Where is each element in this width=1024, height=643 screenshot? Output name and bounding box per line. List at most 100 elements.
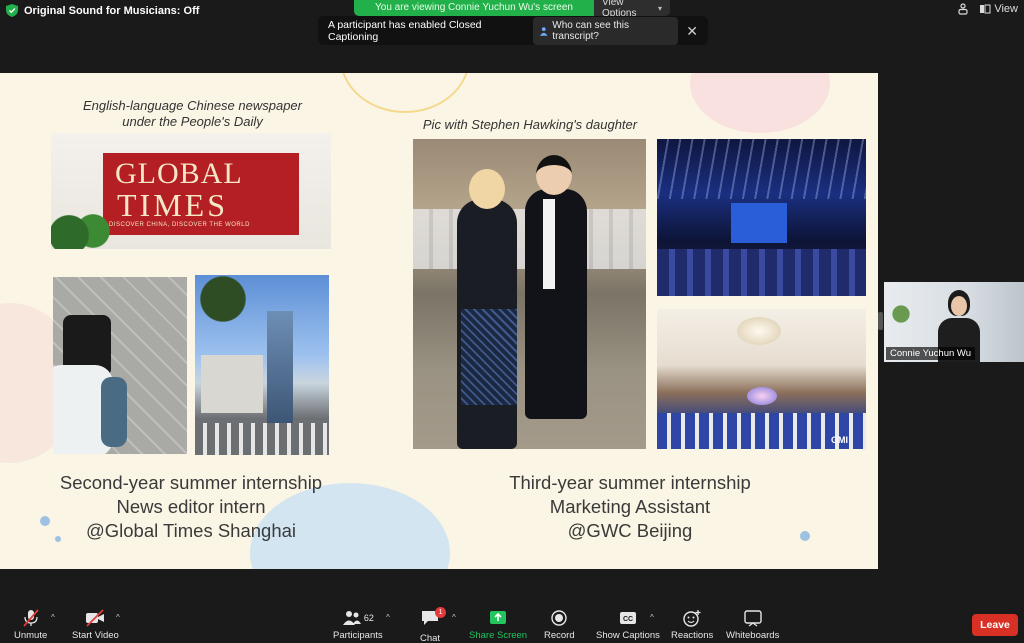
closed-captions-icon: CC bbox=[619, 612, 636, 624]
view-label: View bbox=[994, 3, 1018, 15]
left-line-3: @Global Times Shanghai bbox=[85, 520, 297, 541]
participants-icon-group: 62 bbox=[342, 609, 374, 630]
crosswalk bbox=[195, 423, 329, 455]
panel-resize-handle[interactable] bbox=[878, 312, 883, 330]
record-label: Record bbox=[544, 630, 575, 641]
zoom-meeting-window: Original Sound for Musicians: Off You ar… bbox=[0, 0, 1024, 643]
original-sound-status[interactable]: Original Sound for Musicians: Off bbox=[6, 4, 199, 17]
share-screen-button[interactable]: Share Screen bbox=[469, 609, 527, 641]
meeting-toolbar: Unmute ^ Start Video ^ 62 Participants ^… bbox=[0, 605, 1024, 643]
unmute-label: Unmute bbox=[14, 630, 48, 641]
whiteboards-button[interactable]: Whiteboards bbox=[726, 609, 779, 641]
chevron-up-icon[interactable]: ^ bbox=[51, 613, 55, 622]
participant-face bbox=[951, 296, 967, 316]
start-video-label: Start Video bbox=[72, 630, 119, 641]
chevron-down-icon: ▾ bbox=[657, 3, 662, 13]
stage-lights bbox=[657, 139, 866, 199]
left-line-1: Second-year summer internship bbox=[59, 472, 323, 493]
person-left-head bbox=[469, 169, 505, 209]
camera-photo bbox=[53, 277, 187, 454]
shared-slide: English-language Chinese newspaper under… bbox=[0, 73, 878, 569]
record-button[interactable]: Record bbox=[544, 609, 575, 641]
reactions-label: Reactions bbox=[671, 630, 714, 641]
plant bbox=[890, 302, 912, 332]
global-times-logo-photo: GLOBAL TIMES DISCOVER CHINA, DISCOVER TH… bbox=[51, 133, 331, 249]
participants-icon bbox=[342, 611, 361, 625]
plant-decor bbox=[51, 211, 111, 249]
logo-global-text: GLOBAL bbox=[115, 157, 243, 190]
person-icon bbox=[539, 26, 548, 36]
hawking-daughter-photo bbox=[413, 139, 646, 449]
white-shirt bbox=[543, 199, 555, 289]
cc-notice-message: A participant has enabled Closed Caption… bbox=[328, 18, 482, 43]
mall-building bbox=[201, 355, 263, 413]
left-line-2: News editor intern bbox=[116, 496, 266, 517]
conference-stage-photo bbox=[657, 139, 866, 296]
start-video-button[interactable]: Start Video bbox=[72, 609, 119, 641]
original-sound-label: Original Sound for Musicians: Off bbox=[24, 4, 200, 17]
participants-button[interactable]: 62 Participants bbox=[333, 609, 383, 641]
leave-button[interactable]: Leave bbox=[972, 614, 1018, 636]
grid-view-icon bbox=[980, 4, 991, 14]
person-right bbox=[525, 189, 587, 419]
skyscraper bbox=[267, 311, 293, 423]
svg-text:CC: CC bbox=[623, 616, 633, 623]
caption-middle: Pic with Stephen Hawking's daughter bbox=[422, 117, 638, 132]
who-can-see-transcript-button[interactable]: Who can see this transcript? bbox=[532, 16, 679, 45]
participant-video-tile[interactable]: Connie Yuchun Wu bbox=[884, 282, 1024, 362]
logo-plaque: GLOBAL TIMES DISCOVER CHINA, DISCOVER TH… bbox=[103, 153, 299, 235]
view-button[interactable]: View bbox=[979, 3, 1018, 15]
immersive-view-icon[interactable] bbox=[957, 3, 969, 15]
decor-circle bbox=[690, 73, 830, 133]
show-captions-label: Show Captions bbox=[596, 630, 660, 641]
person-right-head bbox=[536, 155, 572, 195]
chandelier bbox=[737, 317, 781, 345]
reactions-button[interactable]: Reactions bbox=[671, 609, 713, 641]
close-icon[interactable]: ✕ bbox=[686, 24, 698, 38]
tree-canopy bbox=[195, 275, 265, 335]
unmute-button[interactable]: Unmute bbox=[14, 609, 47, 641]
view-options-button[interactable]: View Options ▾ bbox=[594, 0, 670, 19]
chevron-up-icon[interactable]: ^ bbox=[116, 613, 120, 622]
left-internship-text: Second-year summer internship News edito… bbox=[30, 471, 352, 543]
decor-dot bbox=[800, 531, 810, 541]
participant-name-label: Connie Yuchun Wu bbox=[886, 347, 975, 360]
logo-tagline: DISCOVER CHINA, DISCOVER THE WORLD bbox=[109, 222, 250, 228]
patterned-pants bbox=[461, 309, 517, 405]
whiteboards-label: Whiteboards bbox=[726, 630, 780, 641]
right-line-3: @GWC Beijing bbox=[567, 520, 693, 541]
stage-screen bbox=[731, 203, 787, 243]
chevron-up-icon[interactable]: ^ bbox=[386, 613, 390, 622]
right-line-1: Third-year summer internship bbox=[509, 472, 751, 493]
decor-circle bbox=[340, 73, 470, 113]
smiley-plus-icon bbox=[683, 610, 701, 627]
chevron-up-icon[interactable]: ^ bbox=[452, 613, 456, 622]
caption-left: English-language Chinese newspaper under… bbox=[83, 98, 302, 129]
closed-caption-notification: A participant has enabled Closed Caption… bbox=[318, 16, 708, 45]
participants-count: 62 bbox=[363, 613, 374, 623]
stage-display bbox=[747, 387, 777, 405]
gmi-watermark: GMI bbox=[831, 435, 848, 445]
chat-unread-badge: 1 bbox=[435, 607, 447, 618]
viewing-screen-label: You are viewing Connie Yuchun Wu's scree… bbox=[354, 0, 594, 16]
shanghai-building-photo bbox=[195, 275, 329, 455]
logo-times-text: TIMES bbox=[117, 187, 228, 223]
top-right-controls: View bbox=[957, 3, 1018, 15]
person-arm bbox=[101, 377, 127, 447]
whiteboard-icon bbox=[743, 610, 762, 627]
shield-icon bbox=[6, 4, 18, 17]
chat-label: Chat bbox=[420, 633, 441, 643]
chat-button[interactable]: 1 Chat bbox=[420, 607, 447, 643]
right-internship-text: Third-year summer internship Marketing A… bbox=[470, 471, 790, 543]
record-icon bbox=[551, 610, 568, 626]
microphone-muted-icon bbox=[22, 609, 39, 627]
chat-icon-wrap: 1 bbox=[420, 607, 447, 633]
video-off-icon bbox=[86, 609, 105, 627]
share-screen-icon bbox=[490, 611, 507, 624]
audience bbox=[657, 249, 866, 296]
right-line-2: Marketing Assistant bbox=[549, 496, 711, 517]
participants-label: Participants bbox=[333, 630, 383, 641]
viewing-banner: You are viewing Connie Yuchun Wu's scree… bbox=[354, 0, 670, 19]
chevron-up-icon[interactable]: ^ bbox=[650, 613, 654, 622]
ballroom-photo: GMI bbox=[657, 309, 866, 449]
